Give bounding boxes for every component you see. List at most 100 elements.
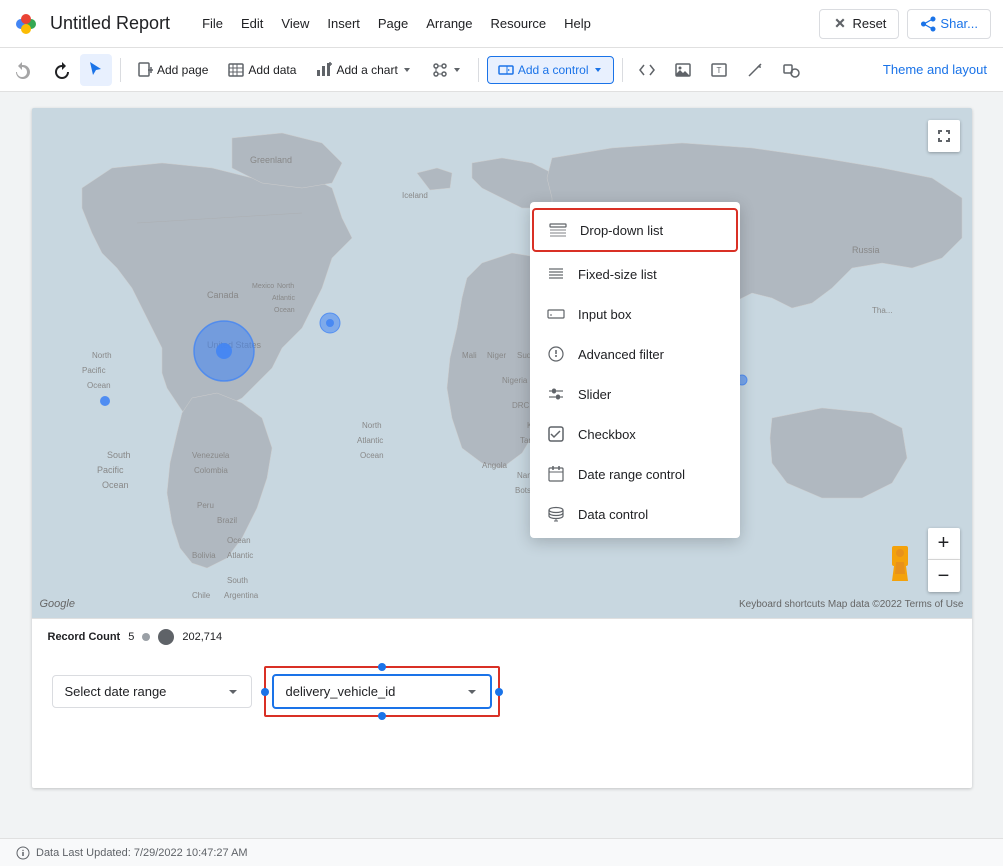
- svg-text:Brazil: Brazil: [217, 516, 237, 525]
- redo-icon: [51, 61, 69, 79]
- separator-2: [478, 58, 479, 82]
- undo-button[interactable]: [8, 54, 40, 86]
- delivery-dropdown[interactable]: delivery_vehicle_id: [272, 674, 492, 709]
- share-button[interactable]: Shar...: [907, 9, 991, 39]
- person-svg: [888, 546, 912, 582]
- legend-label: Record Count: [48, 631, 121, 643]
- add-chart-chevron: [402, 65, 412, 75]
- text-button[interactable]: T: [703, 54, 735, 86]
- advanced-filter-icon: [546, 344, 566, 364]
- handle-top: [378, 663, 386, 671]
- code-icon: [638, 61, 656, 79]
- toolbar: Add page Add data Add a chart Add a cont…: [0, 48, 1003, 92]
- selected-control-wrapper: delivery_vehicle_id: [272, 674, 492, 709]
- handle-right: [495, 688, 503, 696]
- google-logo: Google: [40, 598, 75, 610]
- menu-item-fixed-size-list[interactable]: Fixed-size list: [530, 254, 740, 294]
- title-bar-right: Reset Shar...: [819, 9, 991, 39]
- menu-item-dropdown-list[interactable]: Drop-down list: [532, 208, 738, 252]
- menu-insert[interactable]: Insert: [319, 12, 368, 35]
- undo-icon: [15, 61, 33, 79]
- app-logo: [12, 10, 40, 38]
- reset-icon: [832, 16, 848, 32]
- svg-text:Ocean: Ocean: [227, 536, 251, 545]
- svg-text:North: North: [362, 421, 382, 430]
- select-icon: [87, 61, 105, 79]
- menu-page[interactable]: Page: [370, 12, 416, 35]
- slider-icon: [546, 384, 566, 404]
- map-expand-button[interactable]: [928, 120, 960, 152]
- connect-button[interactable]: [424, 57, 470, 83]
- menu-item-advanced-filter[interactable]: Advanced filter: [530, 334, 740, 374]
- date-chevron-icon: [227, 686, 239, 698]
- fixed-list-icon: [546, 264, 566, 284]
- menu-file[interactable]: File: [194, 12, 231, 35]
- svg-text:North: North: [277, 283, 294, 290]
- add-control-chevron: [593, 65, 603, 75]
- svg-text:Niger: Niger: [487, 351, 506, 360]
- image-button[interactable]: [667, 54, 699, 86]
- svg-text:Tha...: Tha...: [872, 306, 892, 315]
- input-box-icon: [546, 304, 566, 324]
- connect-icon: [432, 62, 448, 78]
- line-icon: [746, 61, 764, 79]
- date-range-select[interactable]: Select date range: [52, 675, 252, 708]
- map-zoom-out-button[interactable]: −: [928, 560, 960, 592]
- svg-text:Atlantic: Atlantic: [357, 436, 383, 445]
- title-bar: Untitled Report File Edit View Insert Pa…: [0, 0, 1003, 48]
- svg-text:Ocean: Ocean: [102, 480, 129, 490]
- map-zoom-in-button[interactable]: +: [928, 528, 960, 560]
- svg-text:Canada: Canada: [207, 290, 239, 300]
- svg-text:Ocean: Ocean: [360, 451, 384, 460]
- menu-resource[interactable]: Resource: [483, 12, 555, 35]
- svg-text:Venezuela: Venezuela: [192, 451, 230, 460]
- svg-text:Argentina: Argentina: [224, 591, 259, 600]
- svg-text:Nigeria: Nigeria: [502, 376, 528, 385]
- menu-arrange[interactable]: Arrange: [418, 12, 480, 35]
- map-attribution: Keyboard shortcuts Map data ©2022 Terms …: [739, 599, 964, 610]
- app-title: Untitled Report: [50, 13, 170, 34]
- svg-text:Bolivia: Bolivia: [192, 551, 216, 560]
- svg-text:Atlantic: Atlantic: [227, 551, 253, 560]
- menu-help[interactable]: Help: [556, 12, 599, 35]
- add-chart-button[interactable]: Add a chart: [308, 57, 419, 83]
- add-page-icon: [137, 62, 153, 78]
- menu-item-date-range[interactable]: Date range control: [530, 454, 740, 494]
- legend-dot-small: [142, 633, 150, 641]
- svg-text:Greenland: Greenland: [250, 155, 292, 165]
- image-icon: [674, 61, 692, 79]
- add-control-button[interactable]: Add a control: [487, 56, 614, 84]
- svg-text:Angola: Angola: [482, 461, 507, 470]
- svg-text:South: South: [227, 576, 248, 585]
- menu-edit[interactable]: Edit: [233, 12, 271, 35]
- svg-text:Pacific: Pacific: [82, 366, 106, 375]
- menu-item-checkbox[interactable]: Checkbox: [530, 414, 740, 454]
- reset-button[interactable]: Reset: [819, 9, 899, 39]
- menu-item-input-box[interactable]: Input box: [530, 294, 740, 334]
- main-area: Canada United States Venezuela Colombia …: [0, 92, 1003, 838]
- select-tool-button[interactable]: [80, 54, 112, 86]
- add-page-button[interactable]: Add page: [129, 57, 216, 83]
- controls-area: Select date range delivery_vehicle_id: [32, 654, 972, 729]
- add-data-icon: [228, 62, 244, 78]
- status-bar: Data Last Updated: 7/29/2022 10:47:27 AM: [0, 838, 1003, 866]
- shape-button[interactable]: [775, 54, 807, 86]
- world-map: Canada United States Venezuela Colombia …: [32, 108, 972, 618]
- svg-text:Ocean: Ocean: [274, 307, 295, 314]
- code-button[interactable]: [631, 54, 663, 86]
- separator-3: [622, 58, 623, 82]
- menu-item-data-control[interactable]: Data control: [530, 494, 740, 534]
- dropdown-chevron-icon: [466, 686, 478, 698]
- report-canvas: Canada United States Venezuela Colombia …: [32, 108, 972, 788]
- line-button[interactable]: [739, 54, 771, 86]
- theme-layout-button[interactable]: Theme and layout: [875, 57, 995, 82]
- handle-left: [261, 688, 269, 696]
- svg-text:Colombia: Colombia: [194, 466, 228, 475]
- menu-bar: File Edit View Insert Page Arrange Resou…: [194, 12, 599, 35]
- svg-text:Mexico: Mexico: [252, 283, 274, 290]
- redo-button[interactable]: [44, 54, 76, 86]
- menu-view[interactable]: View: [273, 12, 317, 35]
- map-area: Canada United States Venezuela Colombia …: [32, 108, 972, 618]
- menu-item-slider[interactable]: Slider: [530, 374, 740, 414]
- add-data-button[interactable]: Add data: [220, 57, 304, 83]
